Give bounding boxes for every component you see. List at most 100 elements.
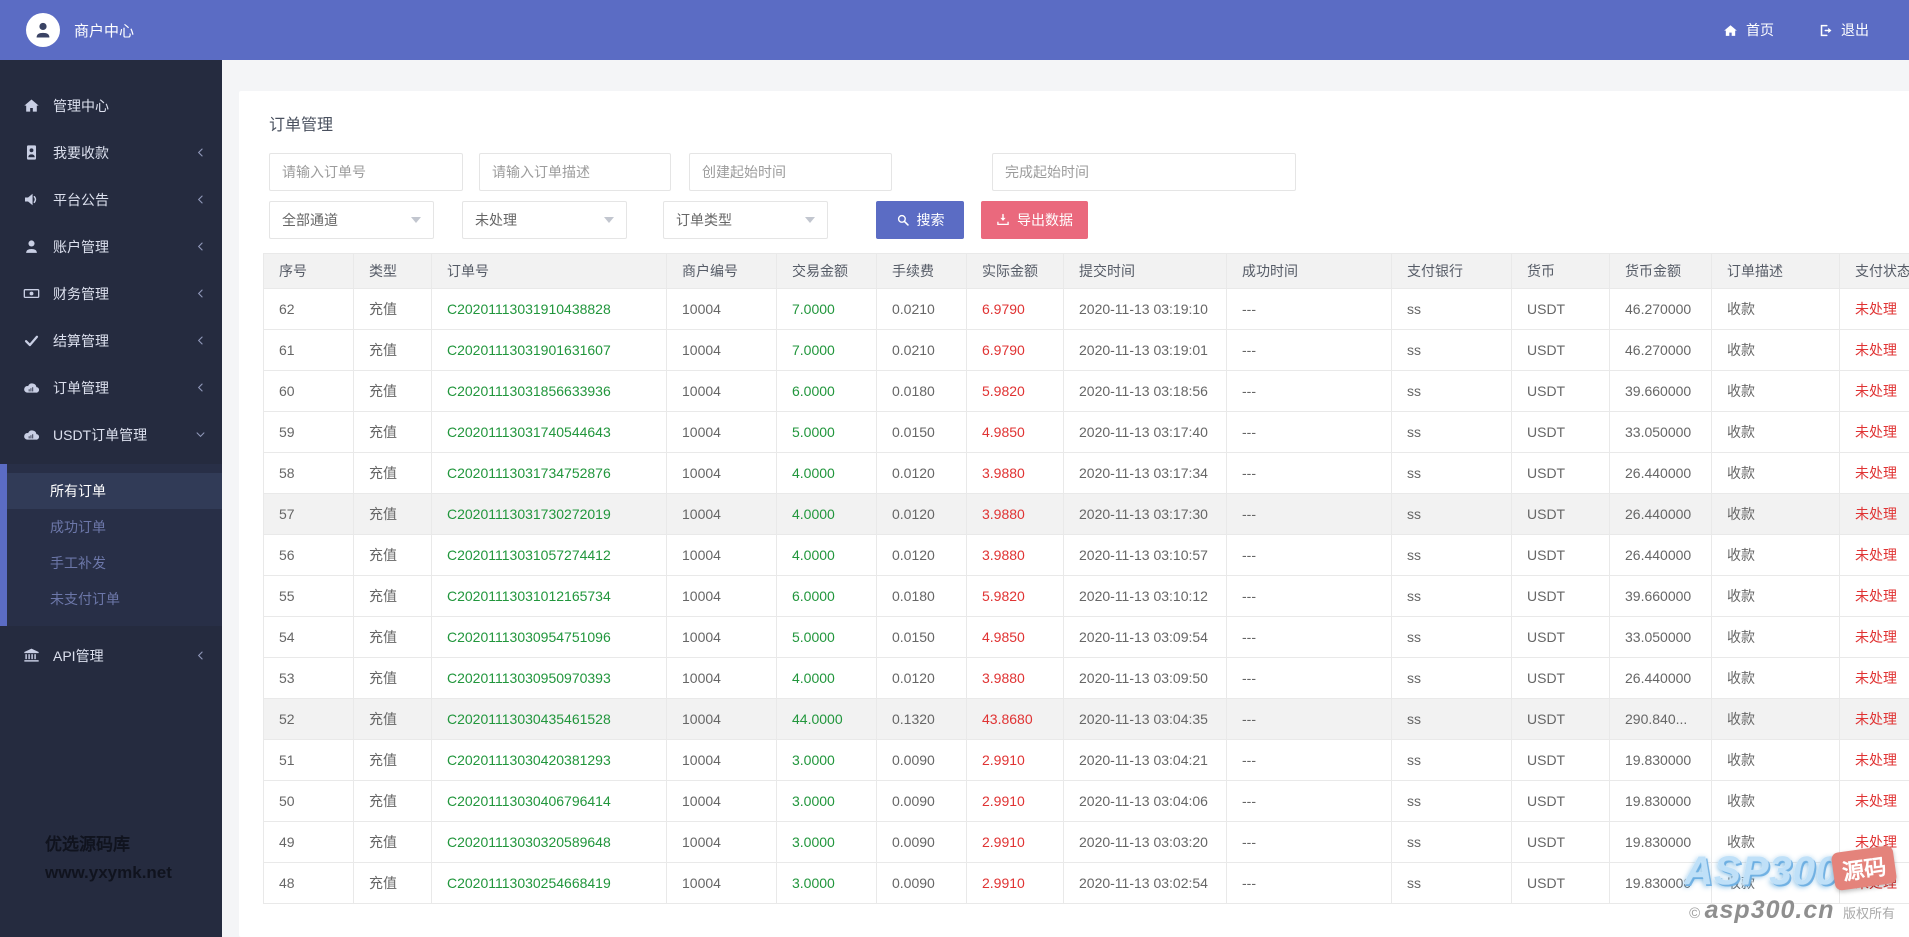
table-cell: --- bbox=[1226, 452, 1392, 494]
table-cell: --- bbox=[1226, 329, 1392, 371]
column-header: 交易金额 bbox=[776, 253, 877, 289]
sidebar-item-7[interactable]: USDT订单管理 bbox=[0, 411, 222, 458]
announcement-icon bbox=[23, 191, 40, 208]
column-header: 序号 bbox=[263, 253, 354, 289]
chevron-down-icon bbox=[195, 429, 206, 440]
sidebar-subitem-0[interactable]: 所有订单 bbox=[7, 473, 222, 509]
table-cell: 0.0210 bbox=[876, 288, 967, 330]
export-button[interactable]: 导出数据 bbox=[981, 201, 1088, 239]
table-cell: 10004 bbox=[666, 616, 777, 658]
table-cell: 4.0000 bbox=[776, 534, 877, 576]
caret-down-icon bbox=[411, 217, 421, 223]
table-cell: 收款 bbox=[1711, 698, 1840, 740]
chevron-left-icon bbox=[195, 382, 206, 393]
table-cell: 充值 bbox=[353, 575, 432, 617]
api-icon bbox=[23, 647, 40, 664]
table-cell: 2020-11-13 03:09:54 bbox=[1063, 616, 1227, 658]
table-cell: C20201113030435461528 bbox=[431, 698, 667, 740]
table-cell: 0.0150 bbox=[876, 411, 967, 453]
table-cell: USDT bbox=[1511, 575, 1610, 617]
table-cell: 充值 bbox=[353, 534, 432, 576]
table-cell: 48 bbox=[263, 862, 354, 904]
sidebar-watermark: 优选源码库 www.yxymk.net bbox=[45, 831, 172, 887]
sidebar-watermark-line2: www.yxymk.net bbox=[45, 862, 172, 882]
table-cell: 2020-11-13 03:18:56 bbox=[1063, 370, 1227, 412]
order-no-input[interactable] bbox=[269, 153, 463, 191]
table-cell: --- bbox=[1226, 862, 1392, 904]
search-button[interactable]: 搜索 bbox=[876, 201, 964, 239]
table-cell: --- bbox=[1226, 370, 1392, 412]
sidebar-subitem-1[interactable]: 成功订单 bbox=[7, 509, 222, 545]
logout-link[interactable]: 退出 bbox=[1818, 20, 1869, 40]
table-cell: 未处理 bbox=[1839, 616, 1909, 658]
table-cell: 44.0000 bbox=[776, 698, 877, 740]
finish-time-input[interactable] bbox=[992, 153, 1296, 191]
table-row: 62 充值 C20201113031910438828 10004 7.0000 0.02… bbox=[263, 288, 1909, 330]
table-cell: C20201113031910438828 bbox=[431, 288, 667, 330]
table-cell: 收款 bbox=[1711, 575, 1840, 617]
table-cell: 0.0120 bbox=[876, 452, 967, 494]
orders-table: 序号 类型 订单号 商户编号 交易金额 手续费 实际金额 提交时间 成功时间 支付银行 货币 货币金额… bbox=[263, 253, 1909, 904]
sidebar-item-2[interactable]: 平台公告 bbox=[0, 176, 222, 223]
table-cell: 0.0090 bbox=[876, 821, 967, 863]
table-cell: USDT bbox=[1511, 739, 1610, 781]
table-cell: 0.0150 bbox=[876, 616, 967, 658]
table-cell: --- bbox=[1226, 821, 1392, 863]
table-cell: 0.0090 bbox=[876, 739, 967, 781]
table-cell: 收款 bbox=[1711, 616, 1840, 658]
table-cell: 10004 bbox=[666, 493, 777, 535]
table-cell: 10004 bbox=[666, 288, 777, 330]
table-cell: 未处理 bbox=[1839, 739, 1909, 781]
sidebar-subitem-3[interactable]: 未支付订单 bbox=[7, 581, 222, 617]
table-cell: 2020-11-13 03:10:12 bbox=[1063, 575, 1227, 617]
table-cell: 收款 bbox=[1711, 657, 1840, 699]
sidebar-item-5[interactable]: 结算管理 bbox=[0, 317, 222, 364]
table-cell: 2020-11-13 03:04:21 bbox=[1063, 739, 1227, 781]
home-icon bbox=[23, 97, 40, 114]
table-cell: 充值 bbox=[353, 698, 432, 740]
table-cell: 4.0000 bbox=[776, 452, 877, 494]
page-title: 订单管理 bbox=[269, 117, 334, 134]
sidebar-item-3[interactable]: 账户管理 bbox=[0, 223, 222, 270]
table-cell: C20201113030950970393 bbox=[431, 657, 667, 699]
sidebar-subitem-2[interactable]: 手工补发 bbox=[7, 545, 222, 581]
status-select[interactable]: 未处理 bbox=[462, 201, 627, 239]
home-link-label: 首页 bbox=[1746, 22, 1774, 38]
sidebar-item-label: 订单管理 bbox=[53, 379, 109, 396]
table-cell: 39.660000 bbox=[1609, 370, 1712, 412]
table-cell: 10004 bbox=[666, 329, 777, 371]
table-cell: 收款 bbox=[1711, 411, 1840, 453]
table-cell: 2020-11-13 03:17:34 bbox=[1063, 452, 1227, 494]
table-cell: 6.9790 bbox=[966, 288, 1064, 330]
order-desc-input[interactable] bbox=[479, 153, 671, 191]
table-cell: 10004 bbox=[666, 534, 777, 576]
sidebar-item-8[interactable]: API管理 bbox=[0, 632, 222, 679]
sidebar-item-label: API管理 bbox=[53, 647, 104, 664]
table-cell: 54 bbox=[263, 616, 354, 658]
filter-row-actions: 全部通道 未处理 订单类型 搜索 导出数据 bbox=[269, 201, 1909, 239]
home-icon bbox=[1724, 24, 1737, 36]
column-header: 支付银行 bbox=[1391, 253, 1512, 289]
table-cell: ss bbox=[1391, 862, 1512, 904]
table-cell: 3.9880 bbox=[966, 452, 1064, 494]
topbar-nav: 首页 退出 bbox=[1723, 20, 1869, 40]
sidebar-item-6[interactable]: 订单管理 bbox=[0, 364, 222, 411]
column-header: 货币 bbox=[1511, 253, 1610, 289]
table-cell: 充值 bbox=[353, 411, 432, 453]
sidebar-item-4[interactable]: 财务管理 bbox=[0, 270, 222, 317]
table-cell: 10004 bbox=[666, 739, 777, 781]
create-time-input[interactable] bbox=[689, 153, 892, 191]
table-cell: 3.9880 bbox=[966, 657, 1064, 699]
table-cell: 充值 bbox=[353, 821, 432, 863]
table-cell: USDT bbox=[1511, 862, 1610, 904]
table-cell: 2020-11-13 03:02:54 bbox=[1063, 862, 1227, 904]
sidebar-item-0[interactable]: 管理中心 bbox=[0, 82, 222, 129]
order-type-select[interactable]: 订单类型 bbox=[663, 201, 828, 239]
sidebar-item-1[interactable]: 我要收款 bbox=[0, 129, 222, 176]
table-cell: 2020-11-13 03:17:30 bbox=[1063, 493, 1227, 535]
table-cell: --- bbox=[1226, 575, 1392, 617]
table-cell: ss bbox=[1391, 411, 1512, 453]
home-link[interactable]: 首页 bbox=[1723, 20, 1774, 40]
channel-select[interactable]: 全部通道 bbox=[269, 201, 434, 239]
table-cell: 58 bbox=[263, 452, 354, 494]
